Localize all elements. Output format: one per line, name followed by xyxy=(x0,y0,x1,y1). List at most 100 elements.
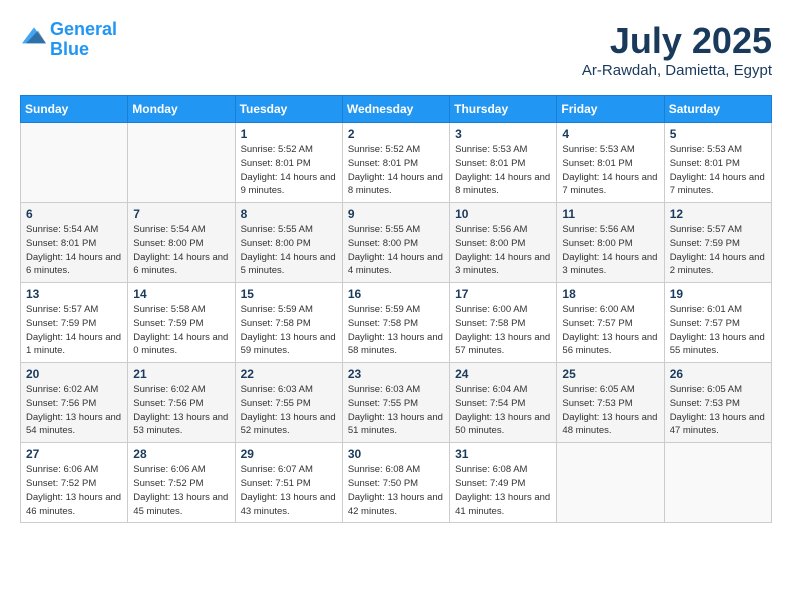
day-number: 20 xyxy=(26,367,122,381)
day-info: Sunrise: 6:06 AM Sunset: 7:52 PM Dayligh… xyxy=(26,463,122,518)
calendar-cell: 21 Sunrise: 6:02 AM Sunset: 7:56 PM Dayli… xyxy=(128,363,235,443)
day-number: 5 xyxy=(670,127,766,141)
calendar-header-row: SundayMondayTuesdayWednesdayThursdayFrid… xyxy=(21,96,772,123)
weekday-header: Sunday xyxy=(21,96,128,123)
month-title: July 2025 xyxy=(582,20,772,62)
calendar-cell xyxy=(557,443,664,523)
day-info: Sunrise: 6:00 AM Sunset: 7:58 PM Dayligh… xyxy=(455,303,551,358)
calendar-cell: 15 Sunrise: 5:59 AM Sunset: 7:58 PM Dayli… xyxy=(235,283,342,363)
day-number: 30 xyxy=(348,447,444,461)
day-info: Sunrise: 6:02 AM Sunset: 7:56 PM Dayligh… xyxy=(133,383,229,438)
day-info: Sunrise: 6:02 AM Sunset: 7:56 PM Dayligh… xyxy=(26,383,122,438)
calendar-week-row: 1 Sunrise: 5:52 AM Sunset: 8:01 PM Daylig… xyxy=(21,123,772,203)
day-info: Sunrise: 5:59 AM Sunset: 7:58 PM Dayligh… xyxy=(241,303,337,358)
calendar-cell xyxy=(664,443,771,523)
day-number: 19 xyxy=(670,287,766,301)
calendar-cell: 29 Sunrise: 6:07 AM Sunset: 7:51 PM Dayli… xyxy=(235,443,342,523)
calendar-cell: 22 Sunrise: 6:03 AM Sunset: 7:55 PM Dayli… xyxy=(235,363,342,443)
day-info: Sunrise: 5:52 AM Sunset: 8:01 PM Dayligh… xyxy=(348,143,444,198)
calendar-week-row: 27Sunrise: 6:06 AM Sunset: 7:52 PM Dayli… xyxy=(21,443,772,523)
calendar-week-row: 6 Sunrise: 5:54 AM Sunset: 8:01 PM Daylig… xyxy=(21,203,772,283)
calendar-cell: 4 Sunrise: 5:53 AM Sunset: 8:01 PM Daylig… xyxy=(557,123,664,203)
title-block: July 2025 Ar-Rawdah, Damietta, Egypt xyxy=(582,20,772,79)
calendar-cell: 11 Sunrise: 5:56 AM Sunset: 8:00 PM Dayli… xyxy=(557,203,664,283)
day-info: Sunrise: 5:53 AM Sunset: 8:01 PM Dayligh… xyxy=(670,143,766,198)
weekday-header: Wednesday xyxy=(342,96,449,123)
weekday-header: Monday xyxy=(128,96,235,123)
day-info: Sunrise: 5:59 AM Sunset: 7:58 PM Dayligh… xyxy=(348,303,444,358)
day-number: 10 xyxy=(455,207,551,221)
calendar-cell: 20 Sunrise: 6:02 AM Sunset: 7:56 PM Dayli… xyxy=(21,363,128,443)
day-number: 31 xyxy=(455,447,551,461)
day-number: 22 xyxy=(241,367,337,381)
day-info: Sunrise: 5:57 AM Sunset: 7:59 PM Dayligh… xyxy=(26,303,122,358)
day-info: Sunrise: 5:53 AM Sunset: 8:01 PM Dayligh… xyxy=(455,143,551,198)
day-number: 15 xyxy=(241,287,337,301)
day-number: 26 xyxy=(670,367,766,381)
day-number: 29 xyxy=(241,447,337,461)
day-number: 3 xyxy=(455,127,551,141)
calendar-cell xyxy=(128,123,235,203)
calendar-cell: 28 Sunrise: 6:06 AM Sunset: 7:52 PM Dayli… xyxy=(128,443,235,523)
calendar-cell: 23Sunrise: 6:03 AM Sunset: 7:55 PM Dayli… xyxy=(342,363,449,443)
weekday-header: Tuesday xyxy=(235,96,342,123)
day-info: Sunrise: 5:55 AM Sunset: 8:00 PM Dayligh… xyxy=(348,223,444,278)
day-info: Sunrise: 5:54 AM Sunset: 8:01 PM Dayligh… xyxy=(26,223,122,278)
day-number: 7 xyxy=(133,207,229,221)
calendar-table: SundayMondayTuesdayWednesdayThursdayFrid… xyxy=(20,95,772,523)
day-info: Sunrise: 6:07 AM Sunset: 7:51 PM Dayligh… xyxy=(241,463,337,518)
calendar-cell: 24 Sunrise: 6:04 AM Sunset: 7:54 PM Dayli… xyxy=(450,363,557,443)
calendar-cell: 9 Sunrise: 5:55 AM Sunset: 8:00 PM Daylig… xyxy=(342,203,449,283)
day-info: Sunrise: 6:03 AM Sunset: 7:55 PM Dayligh… xyxy=(241,383,337,438)
calendar-cell: 8Sunrise: 5:55 AM Sunset: 8:00 PM Daylig… xyxy=(235,203,342,283)
day-info: Sunrise: 5:52 AM Sunset: 8:01 PM Dayligh… xyxy=(241,143,337,198)
weekday-header: Friday xyxy=(557,96,664,123)
day-number: 2 xyxy=(348,127,444,141)
day-info: Sunrise: 6:06 AM Sunset: 7:52 PM Dayligh… xyxy=(133,463,229,518)
day-number: 1 xyxy=(241,127,337,141)
calendar-cell: 14 Sunrise: 5:58 AM Sunset: 7:59 PM Dayli… xyxy=(128,283,235,363)
calendar-cell: 3 Sunrise: 5:53 AM Sunset: 8:01 PM Daylig… xyxy=(450,123,557,203)
day-info: Sunrise: 6:00 AM Sunset: 7:57 PM Dayligh… xyxy=(562,303,658,358)
day-info: Sunrise: 6:01 AM Sunset: 7:57 PM Dayligh… xyxy=(670,303,766,358)
calendar-cell xyxy=(21,123,128,203)
calendar-cell: 25Sunrise: 6:05 AM Sunset: 7:53 PM Dayli… xyxy=(557,363,664,443)
day-info: Sunrise: 5:56 AM Sunset: 8:00 PM Dayligh… xyxy=(455,223,551,278)
page-header: GeneralBlue July 2025 Ar-Rawdah, Damiett… xyxy=(20,20,772,79)
day-number: 23 xyxy=(348,367,444,381)
calendar-week-row: 13 Sunrise: 5:57 AM Sunset: 7:59 PM Dayli… xyxy=(21,283,772,363)
day-number: 14 xyxy=(133,287,229,301)
day-number: 9 xyxy=(348,207,444,221)
day-number: 11 xyxy=(562,207,658,221)
calendar-cell: 13 Sunrise: 5:57 AM Sunset: 7:59 PM Dayli… xyxy=(21,283,128,363)
calendar-week-row: 20 Sunrise: 6:02 AM Sunset: 7:56 PM Dayli… xyxy=(21,363,772,443)
day-number: 4 xyxy=(562,127,658,141)
day-number: 12 xyxy=(670,207,766,221)
day-number: 18 xyxy=(562,287,658,301)
day-info: Sunrise: 6:05 AM Sunset: 7:53 PM Dayligh… xyxy=(562,383,658,438)
day-number: 24 xyxy=(455,367,551,381)
calendar-cell: 12 Sunrise: 5:57 AM Sunset: 7:59 PM Dayli… xyxy=(664,203,771,283)
day-number: 6 xyxy=(26,207,122,221)
day-info: Sunrise: 5:56 AM Sunset: 8:00 PM Dayligh… xyxy=(562,223,658,278)
location: Ar-Rawdah, Damietta, Egypt xyxy=(582,62,772,79)
calendar-cell: 2 Sunrise: 5:52 AM Sunset: 8:01 PM Daylig… xyxy=(342,123,449,203)
day-info: Sunrise: 6:05 AM Sunset: 7:53 PM Dayligh… xyxy=(670,383,766,438)
day-number: 21 xyxy=(133,367,229,381)
calendar-cell: 5 Sunrise: 5:53 AM Sunset: 8:01 PM Daylig… xyxy=(664,123,771,203)
calendar-cell: 7Sunrise: 5:54 AM Sunset: 8:00 PM Daylig… xyxy=(128,203,235,283)
day-info: Sunrise: 5:53 AM Sunset: 8:01 PM Dayligh… xyxy=(562,143,658,198)
calendar-cell: 18 Sunrise: 6:00 AM Sunset: 7:57 PM Dayli… xyxy=(557,283,664,363)
day-info: Sunrise: 6:04 AM Sunset: 7:54 PM Dayligh… xyxy=(455,383,551,438)
calendar-cell: 17Sunrise: 6:00 AM Sunset: 7:58 PM Dayli… xyxy=(450,283,557,363)
day-info: Sunrise: 5:58 AM Sunset: 7:59 PM Dayligh… xyxy=(133,303,229,358)
day-number: 28 xyxy=(133,447,229,461)
day-number: 8 xyxy=(241,207,337,221)
day-info: Sunrise: 5:57 AM Sunset: 7:59 PM Dayligh… xyxy=(670,223,766,278)
logo: GeneralBlue xyxy=(20,20,117,60)
calendar-cell: 19 Sunrise: 6:01 AM Sunset: 7:57 PM Dayli… xyxy=(664,283,771,363)
day-number: 13 xyxy=(26,287,122,301)
calendar-cell: 16 Sunrise: 5:59 AM Sunset: 7:58 PM Dayli… xyxy=(342,283,449,363)
day-number: 16 xyxy=(348,287,444,301)
weekday-header: Thursday xyxy=(450,96,557,123)
